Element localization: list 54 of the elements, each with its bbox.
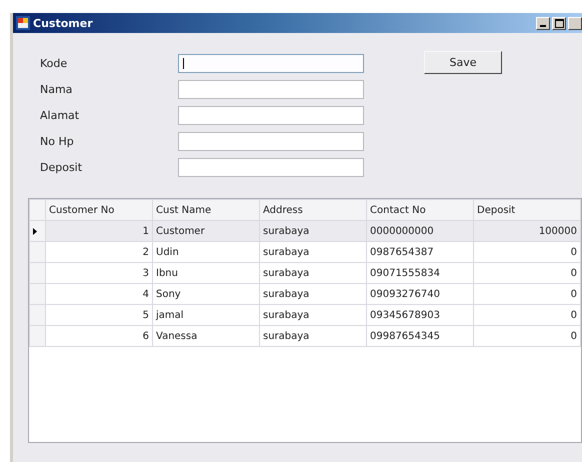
table-cell: 0 [474,326,580,346]
table-cell: 2 [46,242,152,262]
field-label: Deposit [40,161,84,174]
table-cell: 09071555834 [366,262,474,284]
table-cell: 09093276740 [366,284,474,304]
app-icon [16,16,30,30]
minimize-button[interactable] [536,16,550,30]
table-cell: 5 [46,304,152,326]
table-cell: 0 [474,242,580,262]
input-field[interactable] [178,132,364,151]
table-cell: Vanessa [152,326,260,346]
row-header[interactable] [30,220,46,242]
table-cell: surabaya [260,284,366,304]
table-cell: Sony [152,284,260,304]
table-cell: surabaya [260,220,366,242]
input-field[interactable] [178,106,364,125]
field-label: Kode [40,57,68,70]
input-field[interactable] [178,54,364,73]
table-cell: 0987654387 [366,242,474,262]
current-row-icon [33,228,37,234]
table-cell: 3 [46,262,152,284]
table-cell: 09987654345 [366,326,474,346]
field-label: No Hp [40,135,75,148]
column-header[interactable]: Deposit [474,200,580,220]
table-cell: Udin [152,242,260,262]
maximize-icon [554,18,564,28]
column-header[interactable]: Contact No [366,200,474,220]
column-header[interactable]: Customer No [46,200,152,220]
table-cell: Customer [152,220,260,242]
column-header[interactable]: Address [260,200,366,220]
table-cell: 0 [474,284,580,304]
save-button[interactable]: Save [424,51,502,74]
field-label: Alamat [40,109,80,122]
maximize-button[interactable] [552,16,566,30]
table-cell: 4 [46,284,152,304]
field-label: Nama [40,83,74,96]
table-cell: 1 [46,220,152,242]
input-field[interactable] [178,158,364,177]
close-button[interactable] [568,16,582,30]
table-cell: 0 [474,304,580,326]
table-cell: 09345678903 [366,304,474,326]
table-cell: 6 [46,326,152,346]
input-field[interactable] [178,80,364,99]
table-cell: surabaya [260,304,366,326]
table-cell: 100000 [474,220,580,242]
window-title: Customer [33,16,93,30]
table-cell: surabaya [260,262,366,284]
table-cell: 0000000000 [366,220,474,242]
table-cell: jamal [152,304,260,326]
table-cell: 0 [474,262,580,284]
table-cell: surabaya [260,326,366,346]
table-cell: Ibnu [152,262,260,284]
column-header[interactable]: Cust Name [152,200,260,220]
table-cell: surabaya [260,242,366,262]
